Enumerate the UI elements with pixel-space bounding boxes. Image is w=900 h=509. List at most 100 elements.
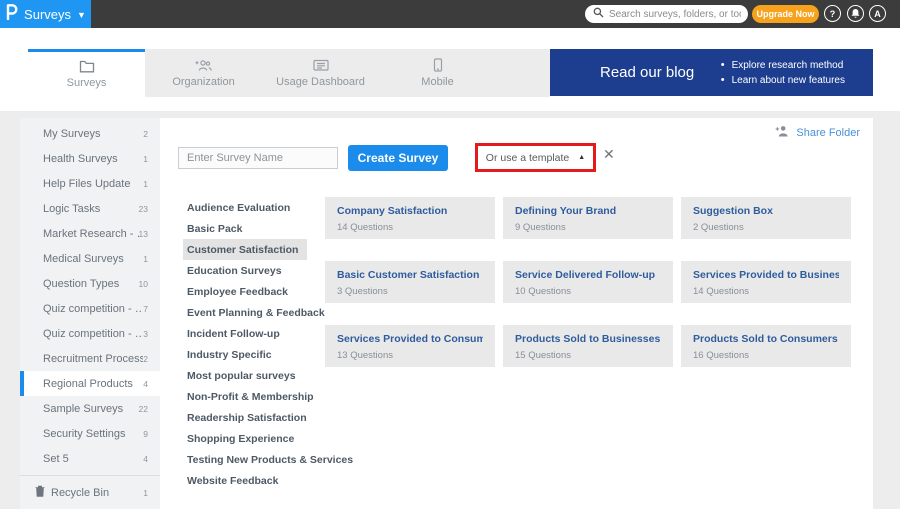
sidebar-divider xyxy=(20,475,160,476)
tab-label: Surveys xyxy=(67,77,107,89)
category-website-feedback[interactable]: Website Feedback xyxy=(183,470,307,491)
sidebar-item-medical-surveys[interactable]: Medical Surveys1 xyxy=(20,246,160,271)
help-button[interactable]: ? xyxy=(824,5,841,22)
tab-surveys[interactable]: Surveys xyxy=(28,49,145,97)
folder-count: 1 xyxy=(143,488,148,498)
upgrade-now-button[interactable]: Upgrade Now xyxy=(752,5,819,23)
search-icon xyxy=(593,5,604,23)
template-card[interactable]: Basic Customer Satisfaction 3 Questions xyxy=(325,261,495,303)
category-most-popular-surveys[interactable]: Most popular surveys xyxy=(183,365,307,386)
template-card[interactable]: Service Delivered Follow-up 10 Questions xyxy=(503,261,673,303)
sidebar-item-question-types[interactable]: Question Types10 xyxy=(20,271,160,296)
annotation-red-box: Or use a template ▲ xyxy=(475,143,596,172)
template-question-count: 13 Questions xyxy=(337,350,483,361)
tab-label: Organization xyxy=(172,76,234,88)
banner-bullet: Explore research method xyxy=(721,58,845,73)
category-incident-follow-up[interactable]: Incident Follow-up xyxy=(183,323,307,344)
template-title: Services Provided to Businesses xyxy=(693,269,839,281)
template-card[interactable]: Defining Your Brand 9 Questions xyxy=(503,197,673,239)
template-card[interactable]: Products Sold to Consumers 16 Questions xyxy=(681,325,851,367)
brand-dropdown[interactable]: Surveys ▼ xyxy=(0,0,91,28)
template-card[interactable]: Services Provided to Consumers 13 Questi… xyxy=(325,325,495,367)
folders-sidebar: My Surveys2 Health Surveys1 Help Files U… xyxy=(20,118,160,509)
close-button[interactable]: ✕ xyxy=(603,146,615,163)
trash-icon xyxy=(35,484,45,502)
sidebar-item-recycle-bin[interactable]: Recycle Bin 1 xyxy=(20,480,160,505)
proprofs-logo-icon xyxy=(5,3,18,25)
sidebar-item-security-settings[interactable]: Security Settings9 xyxy=(20,421,160,446)
sidebar-item-set-5[interactable]: Set 54 xyxy=(20,446,160,471)
tab-mobile[interactable]: Mobile xyxy=(379,49,496,97)
sidebar-item-recruitment-process[interactable]: Recruitment Process2 xyxy=(20,346,160,371)
sidebar-item-quiz-competition-2[interactable]: Quiz competition - …3 xyxy=(20,321,160,346)
template-question-count: 2 Questions xyxy=(693,222,839,233)
share-folder-button[interactable]: Share Folder xyxy=(775,125,860,140)
use-template-toggle[interactable]: Or use a template ▲ xyxy=(478,146,593,169)
add-person-icon xyxy=(775,125,790,140)
brand-label: Surveys xyxy=(24,7,71,22)
banner-title[interactable]: Read our blog xyxy=(600,64,694,81)
banner-bullet: Learn about new features xyxy=(721,73,845,88)
template-card-grid: Company Satisfaction 14 Questions Defini… xyxy=(325,197,851,367)
template-title: Defining Your Brand xyxy=(515,205,661,217)
sidebar-item-help-files-update[interactable]: Help Files Update1 xyxy=(20,171,160,196)
tab-organization[interactable]: Organization xyxy=(145,49,262,97)
folder-count: 4 xyxy=(143,379,148,389)
folder-count: 3 xyxy=(143,329,148,339)
notifications-button[interactable] xyxy=(847,5,864,22)
category-industry-specific[interactable]: Industry Specific xyxy=(183,344,307,365)
create-survey-button[interactable]: Create Survey xyxy=(348,145,448,171)
template-title: Basic Customer Satisfaction xyxy=(337,269,483,281)
banner-bullet-list: Explore research method Learn about new … xyxy=(721,58,845,88)
template-title: Suggestion Box xyxy=(693,205,839,217)
folder-count: 2 xyxy=(143,129,148,139)
search-input[interactable] xyxy=(609,9,741,20)
use-template-label: Or use a template xyxy=(486,152,569,164)
category-employee-feedback[interactable]: Employee Feedback xyxy=(183,281,307,302)
template-question-count: 14 Questions xyxy=(693,286,839,297)
template-card[interactable]: Company Satisfaction 14 Questions xyxy=(325,197,495,239)
tab-label: Mobile xyxy=(421,76,453,88)
sidebar-item-sample-surveys[interactable]: Sample Surveys22 xyxy=(20,396,160,421)
template-title: Company Satisfaction xyxy=(337,205,483,217)
folder-count: 13 xyxy=(139,229,148,239)
header-band: Surveys Organization Usage Dashboard Mob… xyxy=(0,28,900,111)
sidebar-item-logic-tasks[interactable]: Logic Tasks23 xyxy=(20,196,160,221)
template-category-list: Audience Evaluation Basic Pack Customer … xyxy=(183,197,307,491)
category-customer-satisfaction[interactable]: Customer Satisfaction xyxy=(183,239,307,260)
survey-name-input[interactable] xyxy=(178,147,338,169)
sidebar-item-quiz-competition-1[interactable]: Quiz competition - …7 xyxy=(20,296,160,321)
template-card[interactable]: Services Provided to Businesses 14 Quest… xyxy=(681,261,851,303)
template-question-count: 10 Questions xyxy=(515,286,661,297)
category-education-surveys[interactable]: Education Surveys xyxy=(183,260,307,281)
tab-usage-dashboard[interactable]: Usage Dashboard xyxy=(262,49,379,97)
avatar-initial: A xyxy=(874,9,881,19)
avatar[interactable]: A xyxy=(869,5,886,22)
add-users-icon xyxy=(195,59,213,72)
folder-count: 4 xyxy=(143,454,148,464)
template-title: Services Provided to Consumers xyxy=(337,333,483,345)
template-question-count: 15 Questions xyxy=(515,350,661,361)
category-audience-evaluation[interactable]: Audience Evaluation xyxy=(183,197,307,218)
app-window: Surveys ▼ Upgrade Now ? A Surveys xyxy=(0,0,900,509)
template-title: Service Delivered Follow-up xyxy=(515,269,661,281)
category-testing-new-products[interactable]: Testing New Products & Services xyxy=(183,449,307,470)
category-shopping-experience[interactable]: Shopping Experience xyxy=(183,428,307,449)
category-non-profit-membership[interactable]: Non-Profit & Membership xyxy=(183,386,307,407)
template-card[interactable]: Products Sold to Businesses 15 Questions xyxy=(503,325,673,367)
category-event-planning-feedback[interactable]: Event Planning & Feedback xyxy=(183,302,307,323)
template-title: Products Sold to Businesses xyxy=(515,333,661,345)
category-basic-pack[interactable]: Basic Pack xyxy=(183,218,307,239)
category-readership-satisfaction[interactable]: Readership Satisfaction xyxy=(183,407,307,428)
blog-banner[interactable]: Read our blog Explore research method Le… xyxy=(550,49,873,96)
folder-count: 23 xyxy=(139,204,148,214)
tab-label: Usage Dashboard xyxy=(276,76,365,88)
sidebar-item-regional-products[interactable]: Regional Products4 xyxy=(20,371,160,396)
sidebar-item-health-surveys[interactable]: Health Surveys1 xyxy=(20,146,160,171)
folder-count: 10 xyxy=(139,279,148,289)
template-question-count: 3 Questions xyxy=(337,286,483,297)
sidebar-item-my-surveys[interactable]: My Surveys2 xyxy=(20,121,160,146)
template-card[interactable]: Suggestion Box 2 Questions xyxy=(681,197,851,239)
sidebar-item-market-research[interactable]: Market Research - …13 xyxy=(20,221,160,246)
template-question-count: 9 Questions xyxy=(515,222,661,233)
